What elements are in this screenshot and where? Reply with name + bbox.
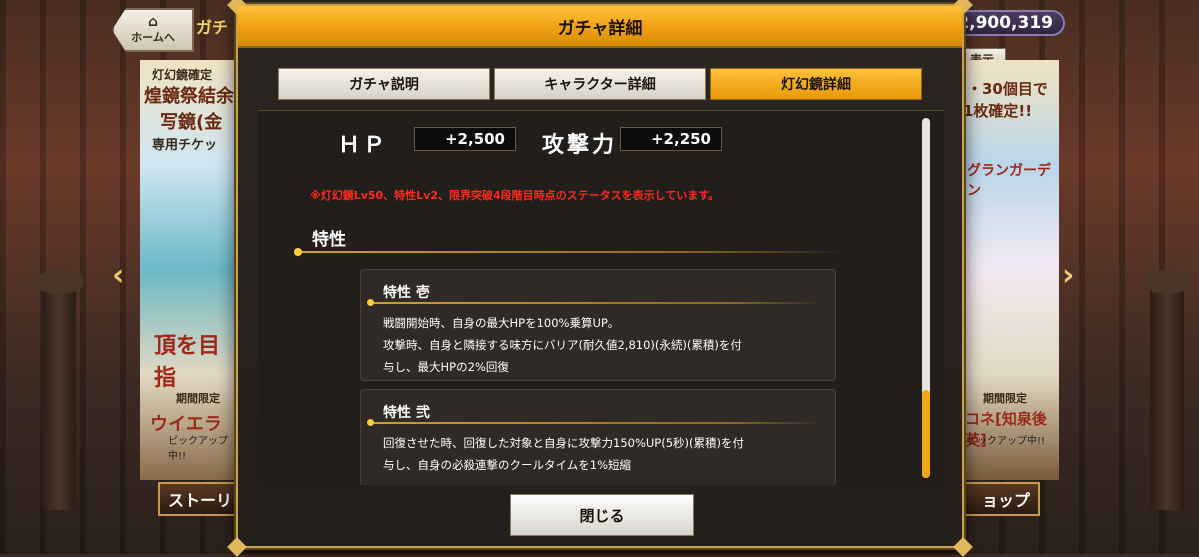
home-icon: ⌂ [147, 14, 159, 30]
gacha-detail-dialog: ガチャ詳細 ガチャ説明 キャラクター詳細 灯幻鏡詳細 ＨＰ +2,500 攻撃力… [227, 0, 973, 557]
banner-text: 頂を目指 [154, 334, 221, 391]
status-note: ※灯幻鏡Lv50、特性Lv2、限界突破4段階目時点のステータスを表示しています。 [310, 189, 720, 202]
banner-text: ピックアップ中!! [967, 436, 1046, 447]
close-button[interactable]: 閉じる [510, 494, 694, 536]
banner-text: ピックアップ中!! [168, 436, 228, 462]
trait-title: 特性 弐 [383, 405, 430, 421]
story-button[interactable]: ストーリ [158, 482, 240, 516]
trait-line: 与し、自身の必殺連撃のクールタイムを1%短縮 [383, 458, 632, 472]
trait-divider-dot [367, 299, 374, 306]
trait-line: 攻撃時、自身と隣接する味方にバリア(耐久値2,810)(永続)(累積)を付 [383, 338, 742, 352]
banner-text: 煌鏡祭結余 [144, 86, 234, 107]
shop-button[interactable]: ョップ [958, 482, 1040, 516]
home-button-label: ホームへ [131, 31, 175, 44]
section-divider-dot [294, 248, 302, 256]
trait-divider [369, 302, 823, 304]
trait-description: 戦闘開始時、自身の最大HPを100%乗算UP。 攻撃時、自身と隣接する味方にバリ… [383, 312, 813, 378]
banner-text: 写鏡(金 [160, 112, 223, 133]
home-button[interactable]: ⌂ ホームへ [112, 8, 194, 52]
trait-card-2: 特性 弐 回復させた時、回復した対象と自身に攻撃力150%UP(5秒)(累積)を… [360, 389, 836, 485]
banner-text: 期間限定 [983, 392, 1027, 405]
tab-character-detail[interactable]: キャラクター詳細 [494, 68, 706, 100]
banner-text: 灯幻鏡確定 [152, 68, 213, 82]
banner-text: 専用チケッ [152, 138, 218, 153]
gacha-banner-right[interactable]: ・30個目で 1枚確定!! グランガーデン 期間限定 コネ[知泉後英] ピックア… [959, 60, 1059, 480]
tab-bar: ガチャ説明 キャラクター詳細 灯幻鏡詳細 [278, 68, 922, 100]
banner-text: グランガーデン [967, 163, 1051, 199]
gacha-tag: ガチ [196, 18, 229, 37]
attack-label: 攻撃力 [542, 133, 618, 158]
banner-text: 期間限定 [176, 392, 220, 405]
pillar-right [1142, 270, 1192, 510]
tab-mirror-detail[interactable]: 灯幻鏡詳細 [710, 68, 922, 100]
trait-card-1: 特性 壱 戦闘開始時、自身の最大HPを100%乗算UP。 攻撃時、自身と隣接する… [360, 269, 836, 381]
attack-value: +2,250 [620, 127, 722, 151]
hp-value: +2,500 [414, 127, 516, 151]
trait-description: 回復させた時、回復した対象と自身に攻撃力150%UP(5秒)(累積)を付 与し、… [383, 432, 813, 476]
trait-divider [369, 422, 823, 424]
gacha-banner-left[interactable]: 灯幻鏡確定 煌鏡祭結余 写鏡(金 専用チケッ 頂を目指 期間限定 ウイエラ ピッ… [140, 60, 240, 480]
attack-stat-value-wrap: +2,250 [620, 127, 722, 151]
pillar-left [34, 270, 84, 510]
banner-text: 1枚確定!! [963, 102, 1033, 120]
hp-stat: ＨＰ [338, 127, 388, 159]
trait-line: 戦闘開始時、自身の最大HPを100%乗算UP。 [383, 316, 620, 330]
dialog-title: ガチャ詳細 [238, 6, 962, 48]
chevron-right-icon[interactable]: › [1062, 258, 1074, 293]
trait-line: 与し、最大HPの2%回復 [383, 360, 509, 374]
banner-text: ・30個目で [967, 80, 1048, 98]
trait-divider-dot [367, 419, 374, 426]
scrollbar-thumb[interactable] [922, 390, 930, 478]
trait-title: 特性 壱 [383, 285, 430, 301]
trait-line: 回復させた時、回復した対象と自身に攻撃力150%UP(5秒)(累積)を付 [383, 436, 744, 450]
detail-content-panel[interactable]: ＨＰ +2,500 攻撃力 +2,250 ※灯幻鏡Lv50、特性Lv2、限界突破… [258, 110, 944, 485]
hp-stat-value-wrap: +2,500 [414, 127, 516, 151]
hp-label: ＨＰ [338, 133, 389, 158]
attack-stat: 攻撃力 [542, 127, 617, 159]
chevron-left-icon[interactable]: ‹ [112, 258, 124, 293]
section-divider [296, 251, 848, 253]
currency-value: 2,900,319 [957, 13, 1053, 33]
tab-gacha-description[interactable]: ガチャ説明 [278, 68, 490, 100]
currency-display: 2,900,319 [950, 10, 1065, 36]
section-title-traits: 特性 [312, 230, 346, 250]
